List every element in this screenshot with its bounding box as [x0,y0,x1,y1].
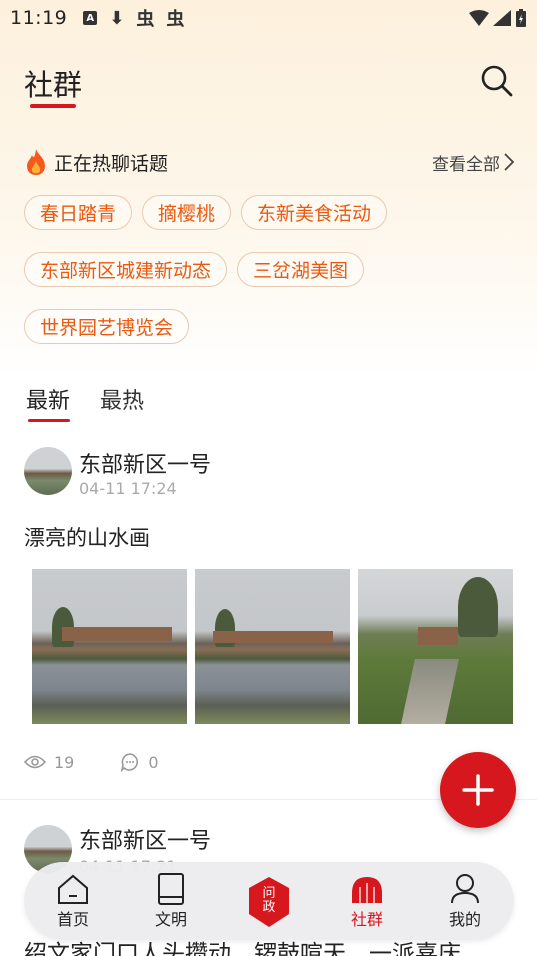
comments-count: 0 [148,752,159,772]
tab-latest-label: 最新 [26,389,71,414]
community-icon [352,877,382,903]
title-underline [30,104,76,108]
house-shape [213,631,333,643]
page-title: 社群 [24,68,83,102]
post-image[interactable] [358,569,513,724]
feed-tabs: 最新 最热 [26,383,144,422]
house-shape [418,627,458,645]
see-all-label: 查看全部 [432,154,500,175]
eye-icon [24,755,46,769]
nav-mine[interactable]: 我的 [430,872,500,930]
post-text: 漂亮的山水画 [24,526,150,550]
post-author[interactable]: 东部新区一号 [79,447,211,479]
tab-active-indicator [28,419,70,422]
nav-wenzheng[interactable]: 问政 [234,876,304,927]
nav-mine-label: 我的 [448,910,481,929]
nav-home[interactable]: 首页 [38,872,108,930]
page-header: 社群 [24,62,514,112]
avatar[interactable] [24,447,72,495]
plus-icon [462,774,494,806]
walkway-shape [401,659,459,724]
topic-tag[interactable]: 三岔湖美图 [237,252,365,287]
tab-hottest[interactable]: 最热 [100,383,144,415]
topic-tag[interactable]: 摘樱桃 [142,195,232,230]
download-icon: ⬇ [109,7,125,29]
tab-hottest-label: 最热 [100,389,145,414]
hot-topics-header: 正在热聊话题 查看全部 [24,148,514,176]
hot-topics-title: 正在热聊话题 [54,152,169,175]
topic-tag[interactable]: 东新美食活动 [241,195,388,230]
tag-row: 世界园艺博览会 [24,309,514,344]
nav-culture[interactable]: 文明 [136,872,206,930]
home-icon [58,874,88,904]
post-image[interactable] [32,569,187,724]
nav-community[interactable]: 社群 [332,872,402,930]
comments-stat[interactable]: 0 [120,752,159,772]
create-post-button[interactable] [440,752,516,828]
post-stats: 19 0 [24,752,199,772]
topic-tag[interactable]: 东部新区城建新动态 [24,252,228,287]
wenzheng-badge: 问政 [247,876,291,927]
wenzheng-label: 问政 [262,886,276,915]
status-time: 11:19 [10,7,68,29]
wifi-icon [469,10,489,26]
post-images [32,569,513,724]
tab-latest[interactable]: 最新 [26,383,71,422]
nav-culture-label: 文明 [154,910,187,929]
topic-tag[interactable]: 春日踏青 [24,195,133,230]
bug-icon: 虫 [136,9,155,30]
topic-tag[interactable]: 世界园艺博览会 [24,309,190,344]
status-bar: 11:19 A ⬇ 虫 虫 [0,0,537,36]
notification-a-icon: A [83,11,98,25]
views-stat: 19 [24,753,74,772]
search-button[interactable] [480,64,514,98]
signal-icon [493,10,511,26]
nav-community-label: 社群 [350,910,383,929]
bottom-nav: 首页 文明 问政 社群 我的 [24,862,514,940]
tree-shape [458,577,498,637]
see-all-link[interactable]: 查看全部 [432,150,514,175]
book-icon [158,873,184,905]
nav-home-label: 首页 [56,910,89,929]
views-count: 19 [54,752,75,772]
post-author[interactable]: 东部新区一号 [79,823,211,855]
comment-icon [121,753,139,772]
search-icon [481,65,513,97]
topic-tags: 春日踏青 摘樱桃 东新美食活动 东部新区城建新动态 三岔湖美图 世界园艺博览会 [24,195,514,366]
bug-icon-2: 虫 [166,9,185,30]
post-image[interactable] [195,569,350,724]
battery-icon [516,9,526,27]
post-time: 04-11 17:24 [79,479,177,498]
tag-row: 春日踏青 摘樱桃 东新美食活动 [24,195,514,230]
tag-row: 东部新区城建新动态 三岔湖美图 [24,252,514,287]
house-shape [62,627,172,641]
user-icon [451,874,479,904]
chevron-right-icon [504,153,514,171]
fire-icon [27,149,45,175]
